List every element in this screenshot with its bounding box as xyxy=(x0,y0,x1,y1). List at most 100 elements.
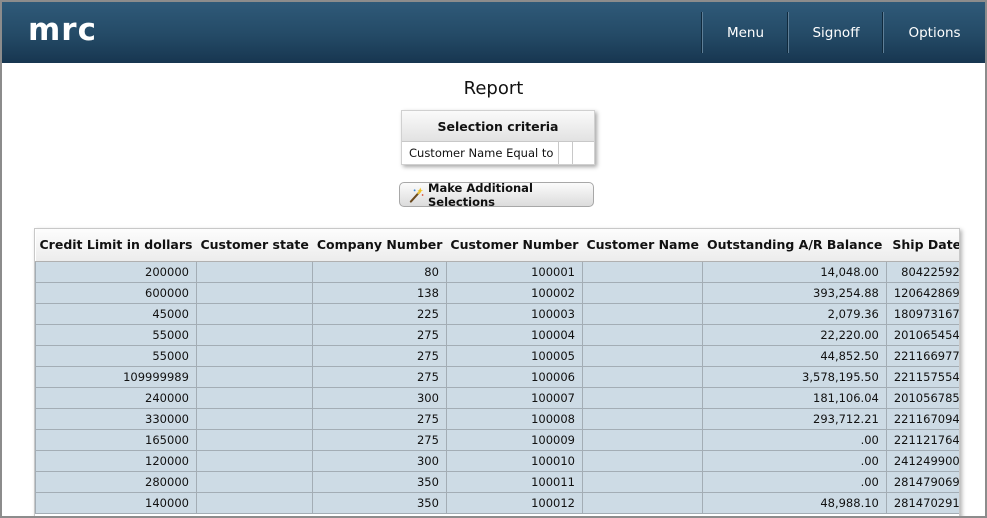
table-cell: 80 xyxy=(312,260,447,283)
table-cell: 100012 xyxy=(445,491,583,514)
table-cell: 100001 xyxy=(445,260,583,283)
table-cell: 275 xyxy=(312,407,447,430)
table-cell xyxy=(581,428,704,451)
table-cell xyxy=(581,470,704,493)
table-row: 200000 80 100001 14,048.00 80422592 xyxy=(35,260,959,283)
table-cell: 201056785 xyxy=(885,386,959,409)
table-cell: 240000 xyxy=(35,386,197,409)
table-cell xyxy=(195,386,314,409)
table-row: 55000 275 100005 44,852.50 221166977 xyxy=(35,344,959,367)
table-cell: 100008 xyxy=(445,407,583,430)
column-header[interactable]: Customer state xyxy=(196,229,313,262)
table-cell: 55000 xyxy=(35,323,197,346)
signoff-button[interactable]: Signoff xyxy=(788,12,883,53)
app-window: mrc Menu Signoff Options Report Selectio… xyxy=(0,0,987,518)
table-cell: .00 xyxy=(702,449,887,472)
table-cell xyxy=(581,260,704,283)
table-cell: 275 xyxy=(312,428,447,451)
table-row: 280000 350 100011 .00 281479069 xyxy=(35,470,959,493)
table-cell: 330000 xyxy=(35,407,197,430)
table-cell: 100004 xyxy=(445,323,583,346)
column-header[interactable]: Company Number xyxy=(312,229,447,262)
table-row: 240000 300 100007 181,106.04 201056785 xyxy=(35,386,959,409)
table-cell: 393,254.88 xyxy=(702,281,887,304)
criteria-value-extra xyxy=(573,142,587,164)
table-cell: 120000 xyxy=(35,449,197,472)
table-cell xyxy=(195,428,314,451)
table-cell xyxy=(581,407,704,430)
table-cell: 140000 xyxy=(35,491,197,514)
menu-button[interactable]: Menu xyxy=(702,12,788,53)
table-cell: 181,106.04 xyxy=(702,386,887,409)
table-cell xyxy=(581,365,704,388)
column-header[interactable]: Credit Limit in dollars xyxy=(35,229,197,262)
top-nav: Menu Signoff Options xyxy=(702,12,985,53)
table-cell xyxy=(195,323,314,346)
table-cell: .00 xyxy=(702,470,887,493)
table-cell: 45000 xyxy=(35,302,197,325)
table-cell: 300 xyxy=(312,386,447,409)
table-cell: 275 xyxy=(312,344,447,367)
table-cell xyxy=(581,386,704,409)
column-header[interactable]: Customer Number xyxy=(446,229,583,262)
table-cell: 600000 xyxy=(35,281,197,304)
top-bar: mrc Menu Signoff Options xyxy=(2,2,985,63)
table-cell xyxy=(195,491,314,514)
column-header[interactable]: Outstanding A/R Balance xyxy=(702,229,887,262)
table-row: 120000 300 100010 .00 241249900 xyxy=(35,449,959,472)
table-cell: 165000 xyxy=(35,428,197,451)
selection-criteria-heading: Selection criteria xyxy=(402,111,594,142)
table-cell: 293,712.21 xyxy=(702,407,887,430)
table-cell xyxy=(195,302,314,325)
table-row: 55000 275 100004 22,220.00 201065454 xyxy=(35,323,959,346)
table-cell: 80422592 xyxy=(885,260,959,283)
table-cell xyxy=(195,260,314,283)
table-cell: 100011 xyxy=(445,470,583,493)
table-cell xyxy=(581,344,704,367)
table-cell: 55000 xyxy=(35,344,197,367)
table-cell: 350 xyxy=(312,491,447,514)
column-header[interactable]: Ship Date xyxy=(886,229,959,262)
table-cell xyxy=(195,470,314,493)
app-logo: mrc xyxy=(28,12,97,48)
table-cell: 2,079.36 xyxy=(702,302,887,325)
table-cell xyxy=(581,323,704,346)
table-cell xyxy=(581,449,704,472)
table-cell: 44,852.50 xyxy=(702,344,887,367)
table-row: 140000 350 100012 48,988.10 281470291 xyxy=(35,491,959,514)
make-additional-selections-label: Make Additional Selections xyxy=(428,180,533,209)
table-cell: 100007 xyxy=(445,386,583,409)
make-additional-selections-button[interactable]: Make Additional Selections xyxy=(399,180,594,209)
table-cell: 281470291 xyxy=(885,491,959,514)
table-cell: .00 xyxy=(702,428,887,451)
table-cell: 200000 xyxy=(35,260,197,283)
table-cell: 350 xyxy=(312,470,447,493)
column-header[interactable]: Customer Name xyxy=(582,229,703,262)
table-cell: 48,988.10 xyxy=(702,491,887,514)
table-row: 600000 138 100002 393,254.88 120642869 xyxy=(35,281,959,304)
table-cell xyxy=(195,281,314,304)
table-cell: 109999989 xyxy=(35,365,197,388)
table-cell: 22,220.00 xyxy=(702,323,887,346)
selection-criteria-panel: Selection criteria Customer Name Equal t… xyxy=(401,110,595,165)
table-cell xyxy=(581,491,704,514)
table-cell: 221121764 xyxy=(885,428,959,451)
criteria-value xyxy=(559,142,573,164)
options-button[interactable]: Options xyxy=(883,12,985,53)
table-header-row: Credit Limit in dollars Customer state C… xyxy=(35,229,959,262)
table-cell: 3,578,195.50 xyxy=(702,365,887,388)
criteria-row: Customer Name Equal to xyxy=(402,142,594,164)
report-table: Credit Limit in dollars Customer state C… xyxy=(35,229,959,514)
table-cell: 14,048.00 xyxy=(702,260,887,283)
table-row: 45000 225 100003 2,079.36 180973167 xyxy=(35,302,959,325)
table-cell: 100006 xyxy=(445,365,583,388)
magic-wand-icon xyxy=(409,187,424,203)
table-cell xyxy=(581,302,704,325)
table-cell: 300 xyxy=(312,449,447,472)
table-cell: 201065454 xyxy=(885,323,959,346)
table-cell xyxy=(195,344,314,367)
criteria-field-label: Customer Name Equal to xyxy=(402,142,559,164)
report-table-container: Credit Limit in dollars Customer state C… xyxy=(34,228,960,516)
table-cell xyxy=(195,407,314,430)
table-cell: 100005 xyxy=(445,344,583,367)
